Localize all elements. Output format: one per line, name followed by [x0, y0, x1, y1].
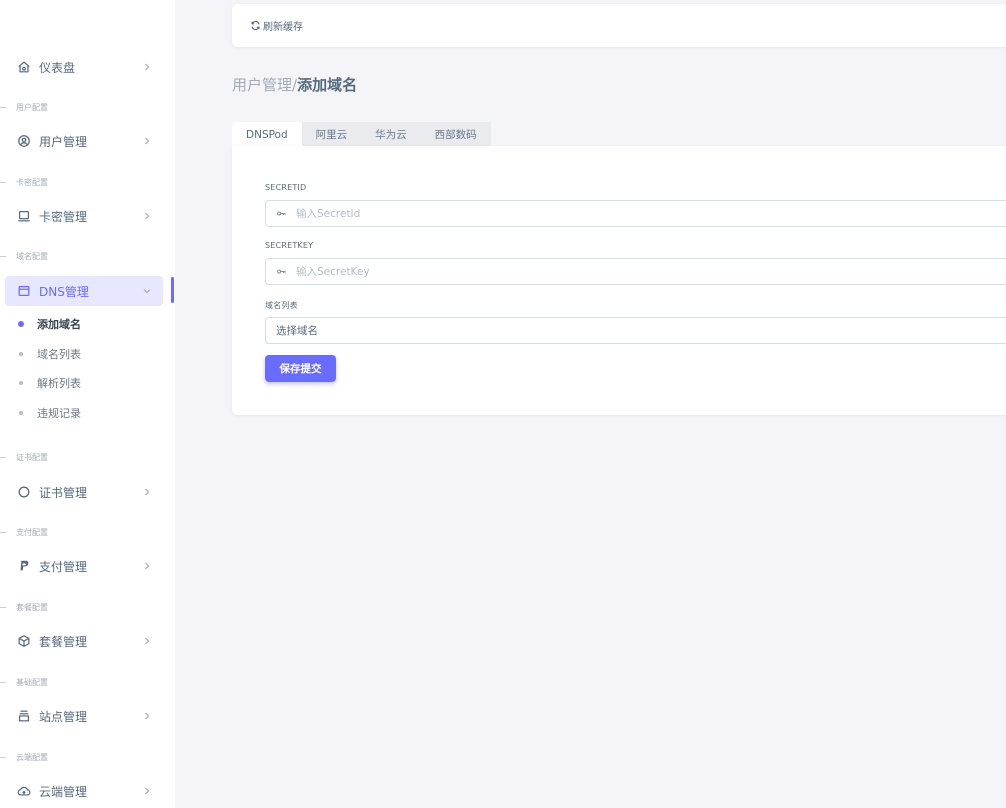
section-header-base: 基础配置	[0, 675, 48, 689]
paypal-icon	[17, 559, 31, 573]
chevron-right-icon	[145, 488, 150, 496]
secret-id-field	[265, 200, 1006, 227]
bullet-icon	[19, 381, 23, 385]
provider-tabs: DNSPod 阿里云 华为云 西部数码	[232, 122, 491, 147]
chevron-right-icon	[145, 137, 150, 145]
circle-icon	[17, 485, 31, 499]
page-title: 添加域名	[297, 76, 358, 94]
breadcrumb: 用户管理/ 添加域名	[232, 74, 357, 95]
refresh-cache-button[interactable]: 刷新缓存	[250, 18, 303, 33]
sidebar-item-label: DNS管理	[39, 284, 89, 299]
chevron-right-icon	[145, 212, 150, 220]
section-header-domain: 域名配置	[0, 249, 48, 263]
tab-west-digital[interactable]: 西部数码	[420, 122, 491, 147]
sidebar-subitem-record-list[interactable]: 解析列表	[19, 373, 81, 393]
domain-list-label: 域名列表	[265, 301, 298, 310]
sidebar-item-cert-management[interactable]: 证书管理	[5, 477, 163, 507]
sidebar-item-plan-management[interactable]: 套餐管理	[5, 626, 163, 656]
top-bar: 刷新缓存	[232, 4, 1006, 47]
user-circle-icon	[17, 134, 31, 148]
secret-id-label: SECRETID	[265, 183, 307, 192]
breadcrumb-parent: 用户管理/	[232, 76, 298, 94]
secret-key-label: SECRETKEY	[265, 241, 314, 250]
sidebar-item-label: 证书管理	[39, 485, 88, 500]
bullet-icon	[19, 411, 23, 415]
sidebar-subitem-violation-log[interactable]: 违规记录	[19, 403, 81, 423]
sidebar-item-cloud-management[interactable]: 云端管理	[5, 776, 163, 806]
sidebar-item-user-management[interactable]: 用户管理	[5, 126, 163, 156]
sidebar-item-label: 仪表盘	[39, 60, 76, 75]
window-icon	[17, 284, 31, 298]
chevron-down-icon	[143, 289, 151, 294]
sidebar-subitem-domain-list[interactable]: 域名列表	[19, 344, 81, 364]
bullet-icon	[18, 321, 24, 327]
active-indicator	[171, 277, 174, 303]
tab-aliyun[interactable]: 阿里云	[301, 122, 362, 147]
section-header-cert: 证书配置	[0, 450, 48, 464]
sidebar: 仪表盘 用户配置 用户管理 卡密配置 卡密管理 域名配置 DNS管理 添加域名	[0, 0, 175, 808]
sidebar-item-label: 支付管理	[39, 559, 88, 574]
secret-key-field	[265, 258, 1006, 285]
secret-key-input[interactable]	[296, 259, 1006, 284]
laptop-icon	[17, 209, 31, 223]
sidebar-item-pay-management[interactable]: 支付管理	[5, 551, 163, 581]
store-icon	[17, 709, 31, 723]
chevron-right-icon	[145, 712, 150, 720]
sidebar-item-dashboard[interactable]: 仪表盘	[5, 52, 163, 82]
section-header-user: 用户配置	[0, 100, 48, 114]
sidebar-item-site-management[interactable]: 站点管理	[5, 701, 163, 731]
key-icon	[266, 208, 296, 219]
sidebar-item-label: 卡密管理	[39, 209, 88, 224]
domain-select[interactable]: 选择域名	[265, 317, 1006, 344]
save-submit-button[interactable]: 保存提交	[265, 355, 336, 382]
section-header-pay: 支付配置	[0, 525, 48, 539]
sidebar-item-label: 套餐管理	[39, 634, 88, 649]
sidebar-item-label: 云端管理	[39, 784, 88, 799]
sidebar-item-label: 用户管理	[39, 134, 88, 149]
sidebar-item-card-management[interactable]: 卡密管理	[5, 201, 163, 231]
chevron-right-icon	[145, 562, 150, 570]
chevron-right-icon	[145, 63, 150, 71]
section-header-cloud: 云端配置	[0, 750, 48, 764]
bullet-icon	[19, 352, 23, 356]
chevron-right-icon	[145, 787, 150, 795]
cloud-upload-icon	[17, 784, 31, 798]
sidebar-subitem-add-domain[interactable]: 添加域名	[18, 314, 81, 334]
package-icon	[17, 634, 31, 648]
section-header-plan: 套餐配置	[0, 600, 48, 614]
key-icon	[266, 266, 296, 277]
tab-huaweicloud[interactable]: 华为云	[361, 122, 421, 147]
home-icon	[17, 60, 31, 74]
secret-id-input[interactable]	[296, 201, 1006, 226]
section-header-card: 卡密配置	[0, 175, 48, 189]
refresh-icon	[251, 21, 260, 30]
domain-select-value: 选择域名	[276, 325, 318, 337]
tab-dnspod[interactable]: DNSPod	[232, 122, 302, 147]
add-domain-card: SECRETID SECRETKEY 域名列表 选择域名 保存提交	[232, 146, 1006, 415]
sidebar-item-dns-management[interactable]: DNS管理	[5, 276, 163, 306]
sidebar-item-label: 站点管理	[39, 709, 88, 724]
chevron-right-icon	[145, 637, 150, 645]
